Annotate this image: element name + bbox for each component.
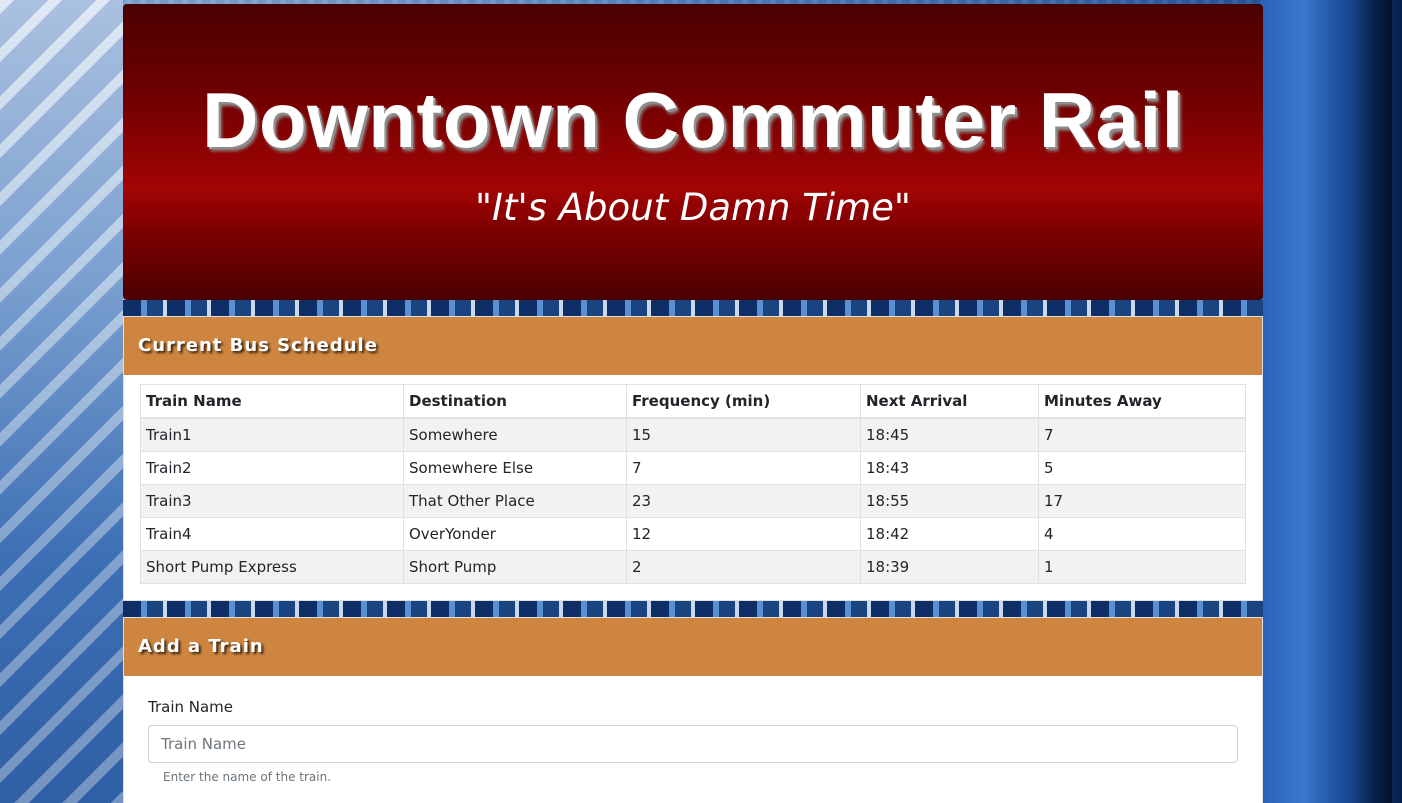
train-name-input[interactable] (148, 725, 1238, 763)
page-container: Downtown Commuter Rail "It's About Damn … (123, 4, 1263, 803)
schedule-heading: Current Bus Schedule (124, 317, 1262, 375)
page-subtitle: "It's About Damn Time" (475, 186, 911, 229)
table-row: Train3 That Other Place 23 18:55 17 (140, 484, 1246, 518)
page-title: Downtown Commuter Rail (202, 76, 1184, 164)
header-banner: Downtown Commuter Rail "It's About Damn … (123, 4, 1263, 300)
table-cell: 5 (1038, 451, 1246, 485)
table-cell: Train3 (140, 484, 404, 518)
table-cell: 18:39 (860, 550, 1039, 584)
table-header-row: Train Name Destination Frequency (min) N… (140, 384, 1246, 419)
table-cell: 2 (626, 550, 861, 584)
table-cell: Somewhere (403, 417, 627, 452)
table-cell: 18:42 (860, 517, 1039, 551)
background-right (1262, 0, 1402, 803)
schedule-table: Train Name Destination Frequency (min) N… (140, 384, 1246, 584)
column-header: Destination (403, 384, 627, 419)
table-cell: 23 (626, 484, 861, 518)
train-name-help: Enter the name of the train. (163, 770, 332, 784)
table-cell: 12 (626, 517, 861, 551)
table-cell: Somewhere Else (403, 451, 627, 485)
table-row: Train1 Somewhere 15 18:45 7 (140, 417, 1246, 452)
table-cell: Train4 (140, 517, 404, 551)
table-cell: Train2 (140, 451, 404, 485)
column-header: Train Name (140, 384, 404, 419)
table-cell: 18:45 (860, 417, 1039, 452)
train-name-label: Train Name (148, 698, 234, 716)
table-cell: 1 (1038, 550, 1246, 584)
table-cell: Short Pump (403, 550, 627, 584)
background-strip (123, 300, 1263, 316)
table-cell: 4 (1038, 517, 1246, 551)
column-header: Next Arrival (860, 384, 1039, 419)
schedule-card: Current Bus Schedule Train Name Destinat… (123, 316, 1263, 601)
background-left (0, 0, 123, 803)
table-row: Train2 Somewhere Else 7 18:43 5 (140, 451, 1246, 485)
table-cell: That Other Place (403, 484, 627, 518)
table-row: Train4 OverYonder 12 18:42 4 (140, 517, 1246, 551)
table-cell: 15 (626, 417, 861, 452)
table-cell: Short Pump Express (140, 550, 404, 584)
add-train-card: Add a Train Train Name Enter the name of… (123, 617, 1263, 803)
column-header: Frequency (min) (626, 384, 861, 419)
table-cell: 7 (1038, 417, 1246, 452)
background-strip (123, 601, 1263, 617)
table-cell: OverYonder (403, 517, 627, 551)
table-cell: 7 (626, 451, 861, 485)
column-header: Minutes Away (1038, 384, 1246, 419)
table-cell: 18:43 (860, 451, 1039, 485)
table-cell: 17 (1038, 484, 1246, 518)
table-cell: Train1 (140, 417, 404, 452)
add-train-heading: Add a Train (124, 618, 1262, 676)
table-cell: 18:55 (860, 484, 1039, 518)
table-row: Short Pump Express Short Pump 2 18:39 1 (140, 550, 1246, 584)
